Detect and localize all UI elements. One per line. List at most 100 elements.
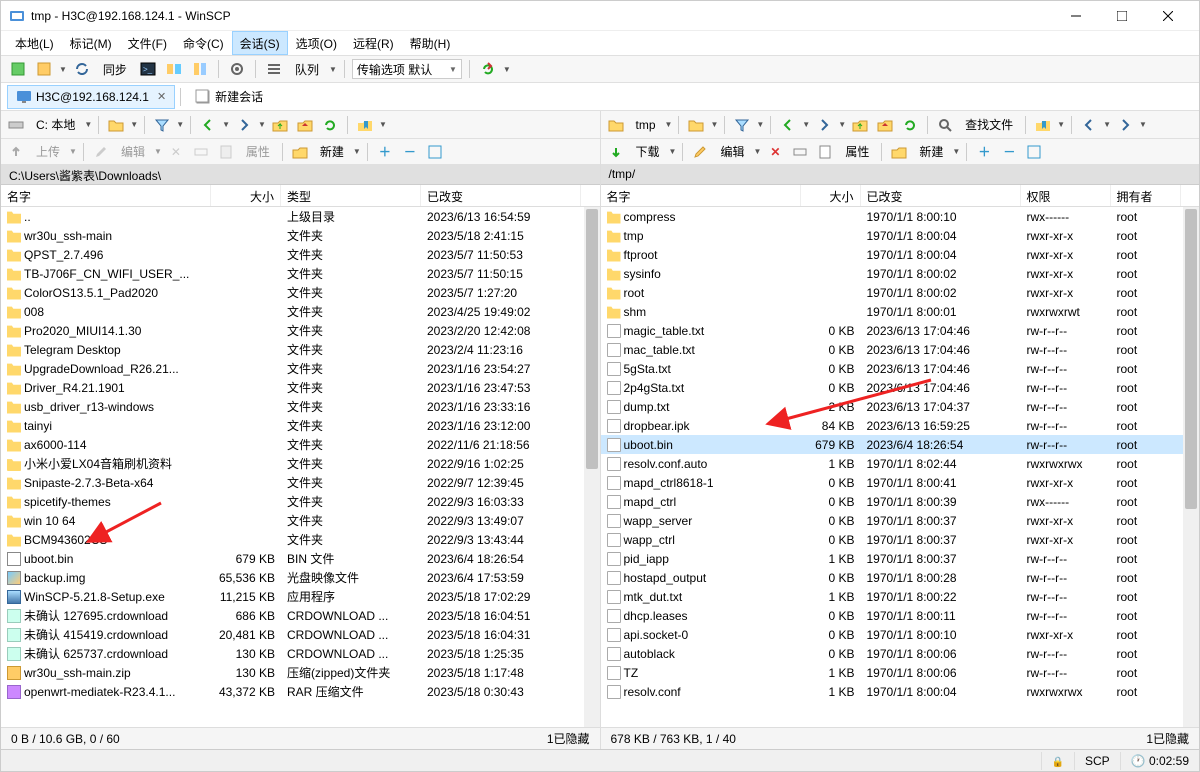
table-row[interactable]: Snipaste-2.7.3-Beta-x64文件夹2022/9/7 12:39… <box>1 473 600 492</box>
table-row[interactable]: 未确认 415419.crdownload20,481 KBCRDOWNLOAD… <box>1 625 600 644</box>
edit-icon[interactable] <box>689 141 711 163</box>
scrollbar[interactable] <box>584 207 600 727</box>
plus-icon[interactable]: ＋ <box>374 141 396 163</box>
local-path[interactable]: C:\Users\酱紫表\Downloads\ <box>1 165 600 185</box>
table-row[interactable]: api.socket-00 KB1970/1/1 8:00:10rwxr-xr-… <box>601 625 1200 644</box>
bookmark-icon[interactable] <box>1032 114 1054 136</box>
table-row[interactable]: wr30u_ssh-main文件夹2023/5/18 2:41:15 <box>1 226 600 245</box>
remote-path[interactable]: /tmp/ <box>601 165 1200 185</box>
refresh-folder-icon[interactable] <box>319 114 341 136</box>
remote-rows[interactable]: compress1970/1/1 8:00:10rwx------roottmp… <box>601 207 1200 727</box>
up-folder-icon[interactable] <box>849 114 871 136</box>
table-row[interactable]: compress1970/1/1 8:00:10rwx------root <box>601 207 1200 226</box>
col-changed[interactable]: 已改变 <box>421 185 581 206</box>
scrollbar[interactable] <box>1183 207 1199 727</box>
menu-4[interactable]: 会话(S) <box>232 31 288 55</box>
table-row[interactable]: hostapd_output0 KB1970/1/1 8:00:28rw-r--… <box>601 568 1200 587</box>
compare-icon[interactable] <box>189 58 211 80</box>
close-button[interactable] <box>1145 1 1191 31</box>
find-icon[interactable] <box>934 114 956 136</box>
tab-session[interactable]: H3C@192.168.124.1 ✕ <box>7 85 175 109</box>
queue-icon[interactable] <box>263 58 285 80</box>
sync-icon[interactable] <box>71 58 93 80</box>
back-icon[interactable] <box>777 114 799 136</box>
home-folder-icon[interactable] <box>874 114 896 136</box>
menu-3[interactable]: 命令(C) <box>175 31 232 55</box>
table-row[interactable]: Driver_R4.21.1901文件夹2023/1/16 23:47:53 <box>1 378 600 397</box>
sync-label[interactable]: 同步 <box>97 61 133 78</box>
remote-folder-icon[interactable] <box>605 114 627 136</box>
table-row[interactable]: mac_table.txt0 KB2023/6/13 17:04:46rw-r-… <box>601 340 1200 359</box>
table-row[interactable]: resolv.conf1 KB1970/1/1 8:00:04rwxrwxrwx… <box>601 682 1200 701</box>
download-icon[interactable] <box>605 141 627 163</box>
select-icon[interactable] <box>424 141 446 163</box>
table-row[interactable]: ..上级目录2023/6/13 16:54:59 <box>1 207 600 226</box>
menu-7[interactable]: 帮助(H) <box>402 31 459 55</box>
minimize-button[interactable] <box>1053 1 1099 31</box>
nav-left-icon[interactable] <box>1078 114 1100 136</box>
table-row[interactable]: autoblack0 KB1970/1/1 8:00:06rw-r--r--ro… <box>601 644 1200 663</box>
forward-icon[interactable] <box>813 114 835 136</box>
new-session-icon[interactable] <box>7 58 29 80</box>
table-row[interactable]: root1970/1/1 8:00:02rwxr-xr-xroot <box>601 283 1200 302</box>
table-row[interactable]: win 10 64文件夹2022/9/3 13:49:07 <box>1 511 600 530</box>
bookmark-icon[interactable] <box>354 114 376 136</box>
table-row[interactable]: WinSCP-5.21.8-Setup.exe11,215 KB应用程序2023… <box>1 587 600 606</box>
transfer-combo[interactable]: 传输选项 默认▼ <box>352 59 462 79</box>
table-row[interactable]: 008文件夹2023/4/25 19:49:02 <box>1 302 600 321</box>
table-row[interactable]: UpgradeDownload_R26.21...文件夹2023/1/16 23… <box>1 359 600 378</box>
table-row[interactable]: tainyi文件夹2023/1/16 23:12:00 <box>1 416 600 435</box>
table-row[interactable]: sysinfo1970/1/1 8:00:02rwxr-xr-xroot <box>601 264 1200 283</box>
table-row[interactable]: Pro2020_MIUI14.1.30文件夹2023/2/20 12:42:08 <box>1 321 600 340</box>
table-row[interactable]: wr30u_ssh-main.zip130 KB压缩(zipped)文件夹202… <box>1 663 600 682</box>
menu-0[interactable]: 本地(L) <box>7 31 62 55</box>
menu-2[interactable]: 文件(F) <box>120 31 175 55</box>
table-row[interactable]: 2p4gSta.txt0 KB2023/6/13 17:04:46rw-r--r… <box>601 378 1200 397</box>
table-row[interactable]: pid_iapp1 KB1970/1/1 8:00:37rw-r--r--roo… <box>601 549 1200 568</box>
new-folder-icon[interactable] <box>888 141 910 163</box>
table-row[interactable]: backup.img65,536 KB光盘映像文件2023/6/4 17:53:… <box>1 568 600 587</box>
col-size[interactable]: 大小 <box>801 185 861 206</box>
delete-icon[interactable]: ✕ <box>764 141 786 163</box>
col-size[interactable]: 大小 <box>211 185 281 206</box>
table-row[interactable]: dropbear.ipk84 KB2023/6/13 16:59:25rw-r-… <box>601 416 1200 435</box>
sites-icon[interactable] <box>33 58 55 80</box>
table-row[interactable]: shm1970/1/1 8:00:01rwxrwxrwtroot <box>601 302 1200 321</box>
nav-right-icon[interactable] <box>1114 114 1136 136</box>
table-row[interactable]: usb_driver_r13-windows文件夹2023/1/16 23:33… <box>1 397 600 416</box>
col-name[interactable]: 名字 <box>1 185 211 206</box>
local-rows[interactable]: ..上级目录2023/6/13 16:54:59wr30u_ssh-main文件… <box>1 207 600 727</box>
table-row[interactable]: magic_table.txt0 KB2023/6/13 17:04:46rw-… <box>601 321 1200 340</box>
refresh-folder-icon[interactable] <box>899 114 921 136</box>
home-folder-icon[interactable] <box>294 114 316 136</box>
drive-icon[interactable] <box>5 114 27 136</box>
sync-browse-icon[interactable] <box>163 58 185 80</box>
table-row[interactable]: tmp1970/1/1 8:00:04rwxr-xr-xroot <box>601 226 1200 245</box>
table-row[interactable]: ColorOS13.5.1_Pad2020文件夹2023/5/7 1:27:20 <box>1 283 600 302</box>
col-changed[interactable]: 已改变 <box>861 185 1021 206</box>
open-folder-icon[interactable] <box>685 114 707 136</box>
up-folder-icon[interactable] <box>269 114 291 136</box>
table-row[interactable]: 未确认 127695.crdownload686 KBCRDOWNLOAD ..… <box>1 606 600 625</box>
menu-6[interactable]: 远程(R) <box>345 31 402 55</box>
table-row[interactable]: ftproot1970/1/1 8:00:04rwxr-xr-xroot <box>601 245 1200 264</box>
new-folder-icon[interactable] <box>289 141 311 163</box>
select-icon[interactable] <box>1023 141 1045 163</box>
menu-1[interactable]: 标记(M) <box>62 31 120 55</box>
table-row[interactable]: mtk_dut.txt1 KB1970/1/1 8:00:22rw-r--r--… <box>601 587 1200 606</box>
queue-label[interactable]: 队列 <box>289 61 325 78</box>
filter-icon[interactable] <box>151 114 173 136</box>
table-row[interactable]: mapd_ctrl0 KB1970/1/1 8:00:39rwx------ro… <box>601 492 1200 511</box>
menu-5[interactable]: 选项(O) <box>288 31 345 55</box>
table-row[interactable]: 5gSta.txt0 KB2023/6/13 17:04:46rw-r--r--… <box>601 359 1200 378</box>
refresh-icon[interactable] <box>477 58 499 80</box>
minus-icon[interactable]: － <box>399 141 421 163</box>
table-row[interactable]: TZ1 KB1970/1/1 8:00:06rw-r--r--root <box>601 663 1200 682</box>
col-owner[interactable]: 拥有者 <box>1111 185 1181 206</box>
remote-drive-label[interactable]: tmp <box>630 118 662 132</box>
table-row[interactable]: resolv.conf.auto1 KB1970/1/1 8:02:44rwxr… <box>601 454 1200 473</box>
drive-label[interactable]: C: 本地 <box>30 116 81 133</box>
table-row[interactable]: TB-J706F_CN_WIFI_USER_...文件夹2023/5/7 11:… <box>1 264 600 283</box>
table-row[interactable]: mapd_ctrl8618-10 KB1970/1/1 8:00:41rwxr-… <box>601 473 1200 492</box>
table-row[interactable]: dump.txt2 KB2023/6/13 17:04:37rw-r--r--r… <box>601 397 1200 416</box>
